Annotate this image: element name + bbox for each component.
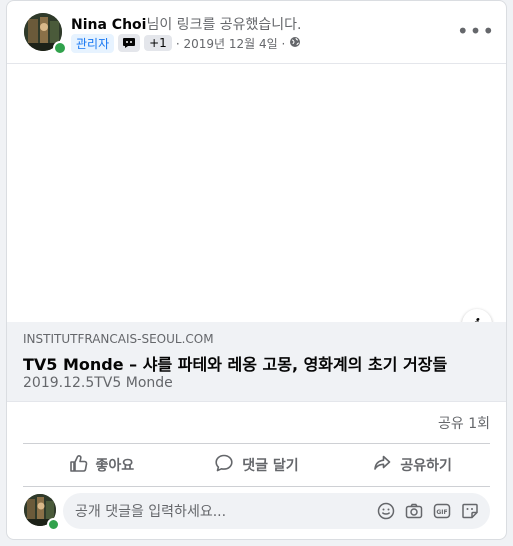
like-button[interactable]: 좋아요 <box>23 444 179 486</box>
sticker-icon[interactable] <box>460 501 480 521</box>
post-actions-bar: 좋아요 댓글 달기 공유하기 <box>23 443 490 487</box>
link-preview-card[interactable]: INSTITUTFRANCAIS-SEOUL.COM TV5 Monde – 샤… <box>7 322 506 402</box>
author-name[interactable]: Nina Choi <box>71 17 146 33</box>
chat-badge-icon[interactable] <box>118 34 141 52</box>
post-action-text: 님이 링크를 공유했습니다. <box>146 17 302 33</box>
post-timestamp[interactable]: · 2019년 12월 4일 · <box>176 35 285 52</box>
online-status-dot <box>47 518 60 531</box>
share-arrow-icon <box>372 453 392 477</box>
link-subtitle: 2019.12.5TV5 Monde <box>23 375 173 391</box>
post-meta: 관리자 +1 · 2019년 12월 4일 · <box>71 33 301 53</box>
comment-composer: 공개 댓글을 입력하세요... GIF <box>7 491 506 531</box>
link-title[interactable]: TV5 Monde – 샤를 파테와 레옹 고몽, 영화계의 초기 거장들 <box>23 351 447 375</box>
extra-badge-count[interactable]: +1 <box>144 35 172 51</box>
gif-icon[interactable]: GIF <box>432 501 452 521</box>
share-button[interactable]: 공유하기 <box>334 444 490 486</box>
more-options-button[interactable]: ••• <box>457 17 494 45</box>
post-card: Nina Choi님이 링크를 공유했습니다. 관리자 +1 · 2019년 1… <box>6 0 507 540</box>
link-domain: INSTITUTFRANCAIS-SEOUL.COM <box>23 332 214 346</box>
comment-button[interactable]: 댓글 달기 <box>179 444 335 486</box>
comment-placeholder[interactable]: 공개 댓글을 입력하세요... <box>75 501 376 521</box>
thumbs-up-icon <box>68 453 88 477</box>
admin-badge[interactable]: 관리자 <box>71 33 115 53</box>
comment-label: 댓글 달기 <box>242 458 299 474</box>
svg-text:GIF: GIF <box>436 509 447 516</box>
comment-tools: GIF <box>376 501 490 521</box>
post-header: Nina Choi님이 링크를 공유했습니다. 관리자 +1 · 2019년 1… <box>7 1 506 63</box>
comment-bubble-icon <box>214 453 234 477</box>
post-title-line: Nina Choi님이 링크를 공유했습니다. <box>71 14 302 34</box>
emoji-icon[interactable] <box>376 501 396 521</box>
camera-icon[interactable] <box>404 501 424 521</box>
like-label: 좋아요 <box>95 458 135 474</box>
online-status-dot <box>53 41 67 55</box>
globe-icon[interactable] <box>289 36 301 51</box>
comment-input[interactable]: 공개 댓글을 입력하세요... GIF <box>63 493 490 529</box>
share-count[interactable]: 공유 1회 <box>438 413 490 433</box>
share-label: 공유하기 <box>400 458 452 474</box>
link-preview-image[interactable]: i <box>7 63 506 339</box>
